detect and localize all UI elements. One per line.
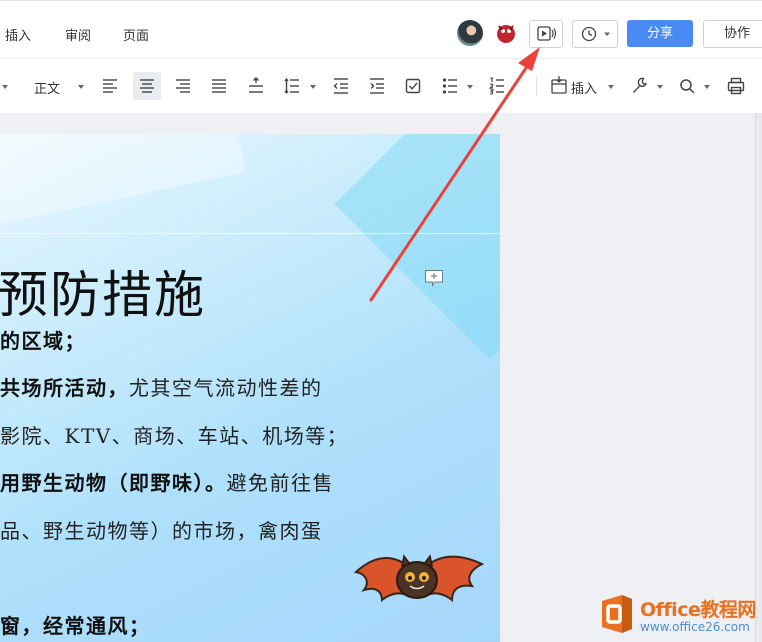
watermark: Office教程网 www.office26.com — [596, 591, 762, 639]
watermark-url: www.office26.com — [640, 620, 750, 634]
office-logo-icon — [602, 595, 632, 633]
watermark-title: Office教程网 — [640, 599, 756, 621]
annotation-arrow — [369, 47, 540, 302]
